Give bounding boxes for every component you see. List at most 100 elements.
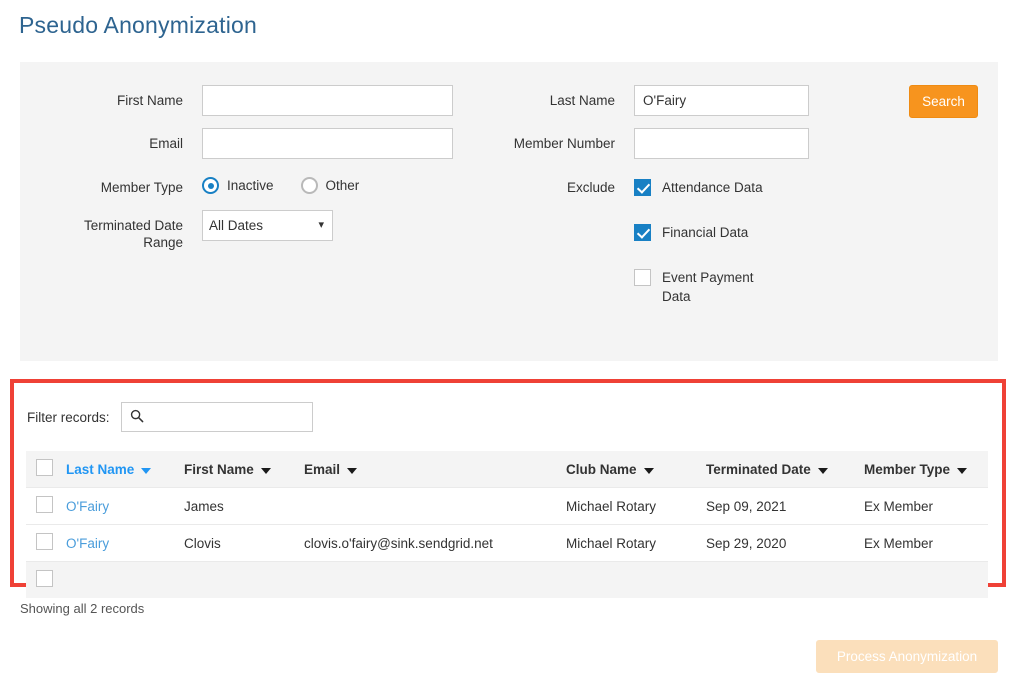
terminated-date-range-label-line2: Range <box>143 235 183 250</box>
results-highlight-box: Filter records: Last Name First Name Ema… <box>10 379 1006 598</box>
last-name-label: Last Name <box>549 93 615 108</box>
field-terminated-date-range: Terminated Date Range All Dates ▾ <box>20 210 333 251</box>
row-select-cell[interactable] <box>26 524 60 562</box>
footer-cell <box>560 561 700 598</box>
radio-other-label: Other <box>325 178 360 193</box>
filter-records-row: Filter records: <box>27 402 313 432</box>
results-table-body: O'Fairy James Michael Rotary Sep 09, 202… <box>26 487 988 598</box>
row-checkbox[interactable] <box>36 533 53 550</box>
cell-email: clovis.o'fairy@sink.sendgrid.net <box>298 524 560 562</box>
table-row[interactable]: O'Fairy Clovis clovis.o'fairy@sink.sendg… <box>26 524 988 562</box>
select-all-checkbox[interactable] <box>36 459 53 476</box>
member-number-input[interactable] <box>634 128 809 159</box>
first-name-input[interactable] <box>202 85 453 116</box>
table-footer-row <box>26 561 988 598</box>
radio-other-icon[interactable] <box>300 177 318 194</box>
header-select-all[interactable] <box>26 451 60 488</box>
results-table-head: Last Name First Name Email Club Name Ter… <box>26 451 988 488</box>
exclude-label: Exclude <box>566 180 615 195</box>
header-email[interactable]: Email <box>298 451 560 488</box>
checkbox-attendance-data[interactable]: Attendance Data <box>634 178 782 197</box>
checkbox-event-payment-data-icon[interactable] <box>634 269 651 286</box>
header-first-name[interactable]: First Name <box>178 451 298 488</box>
checkbox-event-payment-data[interactable]: Event Payment Data <box>634 268 782 306</box>
header-member-type[interactable]: Member Type <box>858 451 988 488</box>
sort-desc-icon <box>957 467 968 474</box>
radio-option-inactive[interactable]: Inactive <box>202 177 274 194</box>
radio-inactive-icon[interactable] <box>202 177 219 194</box>
first-name-label: First Name <box>116 93 183 108</box>
field-member-type: Member Type Inactive Other <box>20 172 359 196</box>
cell-member-type: Ex Member <box>858 524 988 562</box>
filter-records-label: Filter records: <box>27 409 110 425</box>
radio-inactive-label: Inactive <box>227 178 274 193</box>
footer-cell <box>858 561 988 598</box>
checkbox-event-payment-data-label: Event Payment Data <box>662 270 754 304</box>
footer-cell <box>700 561 858 598</box>
header-club-name[interactable]: Club Name <box>560 451 700 488</box>
table-row[interactable]: O'Fairy James Michael Rotary Sep 09, 202… <box>26 487 988 525</box>
cell-terminated-date: Sep 09, 2021 <box>700 487 858 525</box>
field-first-name: First Name <box>20 85 453 116</box>
header-last-name[interactable]: Last Name <box>60 451 178 488</box>
checkbox-financial-data-icon[interactable] <box>634 224 651 241</box>
checkbox-attendance-data-icon[interactable] <box>634 179 651 196</box>
footer-cell <box>60 561 178 598</box>
email-input[interactable] <box>202 128 453 159</box>
process-anonymization-button[interactable]: Process Anonymization <box>816 640 998 673</box>
terminated-date-range-label: Terminated Date Range <box>20 210 183 251</box>
last-name-input[interactable] <box>634 85 809 116</box>
cell-terminated-date: Sep 29, 2020 <box>700 524 858 562</box>
cell-last-name[interactable]: O'Fairy <box>60 524 178 562</box>
filter-input-wrap <box>120 402 313 432</box>
member-type-label: Member Type <box>100 180 183 195</box>
table-header-row: Last Name First Name Email Club Name Ter… <box>26 451 988 488</box>
cell-club-name: Michael Rotary <box>560 487 700 525</box>
sort-desc-icon <box>643 467 654 474</box>
exclude-checkbox-group: Attendance Data Financial Data Event Pay… <box>634 172 782 306</box>
terminated-date-range-select[interactable]: All Dates <box>202 210 333 241</box>
field-member-number: Member Number <box>452 128 809 159</box>
header-terminated-date-label: Terminated Date <box>706 461 811 477</box>
showing-records-text: Showing all 2 records <box>20 601 145 616</box>
search-form-panel: First Name Email Member Type Inactive Ot… <box>20 62 998 361</box>
terminated-date-range-select-wrap: All Dates ▾ <box>202 210 333 241</box>
footer-cell <box>298 561 560 598</box>
member-number-label: Member Number <box>513 136 615 151</box>
results-table: Last Name First Name Email Club Name Ter… <box>26 451 988 598</box>
page-title: Pseudo Anonymization <box>19 12 257 38</box>
row-select-cell[interactable] <box>26 487 60 525</box>
footer-cell <box>178 561 298 598</box>
header-last-name-label: Last Name <box>66 461 135 477</box>
field-exclude: Exclude Attendance Data Financial Data E… <box>452 172 782 306</box>
cell-club-name: Michael Rotary <box>560 524 700 562</box>
email-label: Email <box>149 136 183 151</box>
checkbox-financial-data[interactable]: Financial Data <box>634 223 782 242</box>
filter-records-input[interactable] <box>120 402 313 432</box>
cell-first-name: Clovis <box>178 524 298 562</box>
radio-option-other[interactable]: Other <box>300 177 360 194</box>
header-first-name-label: First Name <box>184 461 254 477</box>
footer-checkbox[interactable] <box>36 570 53 587</box>
header-terminated-date[interactable]: Terminated Date <box>700 451 858 488</box>
sort-desc-icon <box>347 467 358 474</box>
field-last-name: Last Name <box>452 85 809 116</box>
checkbox-attendance-data-label: Attendance Data <box>662 180 763 195</box>
cell-member-type: Ex Member <box>858 487 988 525</box>
sort-desc-icon <box>260 467 271 474</box>
cell-first-name: James <box>178 487 298 525</box>
sort-desc-icon <box>141 467 152 474</box>
header-club-name-label: Club Name <box>566 461 637 477</box>
search-button[interactable]: Search <box>909 85 978 118</box>
terminated-date-range-label-line1: Terminated Date <box>83 218 183 233</box>
cell-email <box>298 487 560 525</box>
member-type-radio-group: Inactive Other <box>202 172 359 194</box>
footer-select-cell[interactable] <box>26 561 60 598</box>
header-email-label: Email <box>304 461 341 477</box>
row-checkbox[interactable] <box>36 496 53 513</box>
pseudo-anonymization-page: Pseudo Anonymization First Name Email Me… <box>0 0 1012 678</box>
field-email: Email <box>20 128 453 159</box>
sort-desc-icon <box>817 467 828 474</box>
cell-last-name[interactable]: O'Fairy <box>60 487 178 525</box>
checkbox-financial-data-label: Financial Data <box>662 225 749 240</box>
